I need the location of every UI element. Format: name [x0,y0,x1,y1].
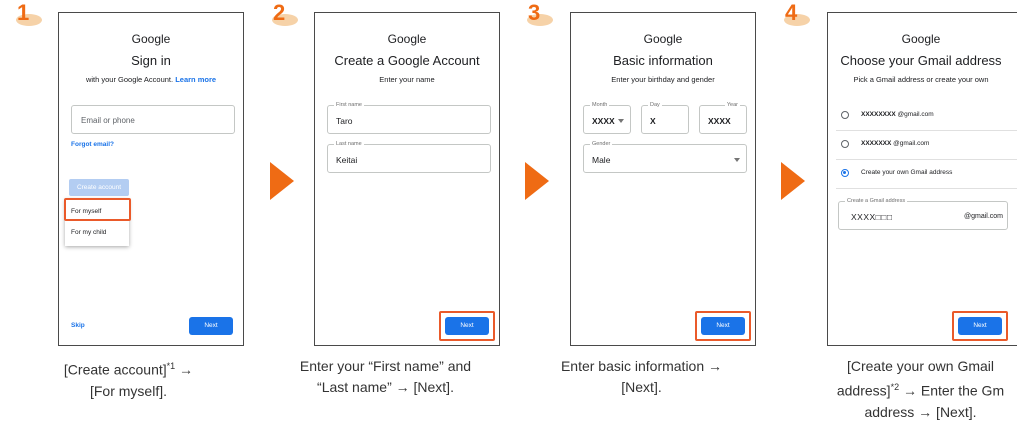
caption-line-1: [Create your own Gmail [846,358,995,374]
divider [836,130,1017,131]
first-name-field[interactable]: First name Taro [327,101,491,134]
google-logo-text: Google [643,32,683,46]
year-label: Year [724,101,740,110]
caption-line-2: [Next]. [621,379,662,395]
highlight-next [439,311,495,341]
google-logo-text: Google [131,32,171,46]
gmail-address-value: XXXX□□□ [851,212,893,222]
step-number-badge: 1 [14,0,42,26]
caption-line-1: Enter your “First name” and [299,358,472,374]
step-caption: Enter your “First name” and “Last name” … [257,356,514,398]
radio-option-3[interactable] [841,169,849,177]
option-1-label: XXXXXXXX @gmail.com [861,111,934,118]
caption-line-2-end: → Enter the Gm [899,382,1005,399]
last-name-label: Last name [334,140,364,149]
step-number-badge: 2 [270,0,298,26]
email-placeholder: Email or phone [81,116,135,125]
step-2: 2 Google Create a Google Account Enter y… [257,0,514,430]
caption-arrow: → [175,361,194,378]
google-logo: Google [828,32,1014,46]
day-value: X [650,116,656,126]
gender-select[interactable]: Gender Male [583,140,747,173]
skip-button[interactable]: Skip [71,322,85,329]
next-button[interactable]: Next [189,317,233,335]
month-label: Month [590,101,610,110]
highlight-for-myself [64,198,131,221]
gender-value: Male [592,155,611,165]
create-account-button[interactable]: Create account [69,179,129,196]
caption-line-2: address] [836,382,891,399]
caption-footnote: *2 [890,382,900,392]
step-4: 4 Google Choose your Gmail address Pick … [770,0,1017,430]
step-caption: [Create account]*1 → [For myself]. [0,356,257,402]
google-logo-text: Google [387,32,427,46]
option-1-name: XXXXXXXX [861,111,896,118]
step-caption: Enter basic information → [Next]. [513,356,770,398]
day-label: Day [648,101,662,110]
caption-line-3: address → [Next]. [864,403,977,420]
chevron-down-icon [734,158,740,162]
divider [836,159,1017,160]
step-number: 1 [17,0,30,25]
chevron-down-icon [618,119,624,123]
month-value: XXXX [592,116,615,126]
page-subtitle: with your Google Account. Learn more [59,75,243,84]
year-field[interactable]: Year XXXX [699,101,747,134]
last-name-field[interactable]: Last name Keitai [327,140,491,173]
month-select[interactable]: Month XXXX [583,101,631,134]
forgot-email-link[interactable]: Forgot email? [71,141,114,148]
day-field[interactable]: Day X [641,101,689,134]
page-subtitle: Enter your birthday and gender [611,75,715,84]
first-name-label: First name [334,101,364,110]
option-1-domain: @gmail.com [897,111,934,118]
step-caption: [Create your own Gmail address]*2 → Ente… [792,356,1017,423]
step-number: 4 [785,0,798,25]
caption-footnote: *1 [166,361,176,371]
caption-line-2: [For myself]. [89,382,167,399]
year-value: XXXX [708,116,731,126]
step-number-badge: 4 [782,0,810,26]
caption-line-1: [Create account] [63,361,167,378]
option-3-label: Create your own Gmail address [861,169,953,176]
step-number: 3 [528,0,541,25]
step-number-badge: 3 [525,0,553,26]
step-3: 3 Google Basic information Enter your bi… [513,0,770,430]
option-2-name: XXXXXXX [861,140,892,147]
google-logo-text: Google [901,32,941,46]
highlight-next [952,311,1008,341]
first-name-value: Taro [336,116,353,126]
page-title: Basic information [613,53,713,68]
divider [836,188,1017,189]
google-logo: Google [59,32,243,46]
caption-line-1: Enter basic information → [560,358,723,374]
google-logo: Google [315,32,499,46]
step-1: 1 Google Sign in with your Google Accoun… [0,0,257,430]
page-subtitle: Enter your name [379,75,435,84]
phone-screen: Google Basic information Enter your birt… [570,12,756,346]
page-title: Choose your Gmail address [840,53,1002,68]
step-number: 2 [273,0,286,25]
menu-item-for-my-child[interactable]: For my child [71,229,106,236]
learn-more-link[interactable]: Learn more [175,75,216,84]
google-logo: Google [571,32,755,46]
gmail-domain-suffix: @gmail.com [963,213,1003,220]
gender-label: Gender [590,140,613,149]
phone-screen: Google Sign in with your Google Account.… [58,12,244,346]
highlight-next [695,311,751,341]
gmail-address-field[interactable]: Create a Gmail address XXXX□□□ @gmail.co… [838,197,1008,230]
radio-option-1[interactable] [841,111,849,119]
page-subtitle: Pick a Gmail address or create your own [853,75,989,84]
email-field[interactable]: Email or phone [71,105,235,134]
phone-screen: Google Create a Google Account Enter you… [314,12,500,346]
gmail-address-label: Create a Gmail address [845,197,908,206]
radio-option-2[interactable] [841,140,849,148]
last-name-value: Keitai [336,155,358,165]
page-title: Sign in [131,53,171,68]
option-2-domain: @gmail.com [893,140,930,147]
subtitle-text: with your Google Account. [85,75,174,84]
option-2-label: XXXXXXX @gmail.com [861,140,929,147]
caption-line-2: “Last name” → [Next]. [317,379,454,395]
page-title: Create a Google Account [334,53,480,68]
phone-screen: Google Choose your Gmail address Pick a … [827,12,1017,346]
